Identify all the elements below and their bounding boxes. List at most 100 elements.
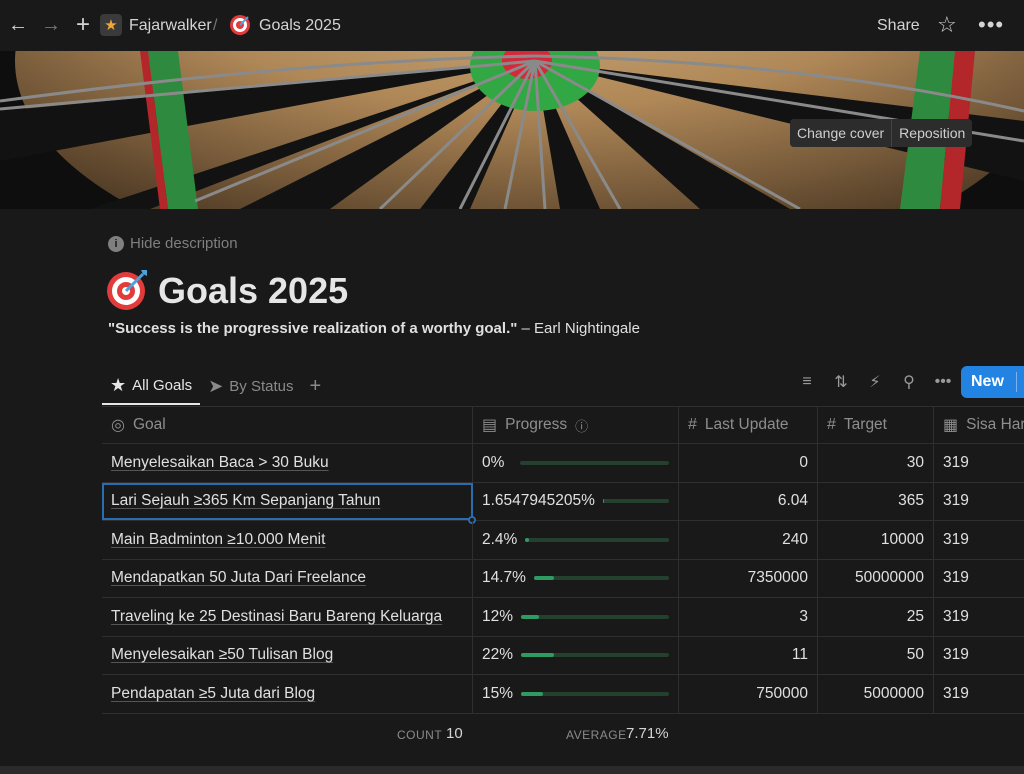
column-header-progress[interactable]: ▤ Progress ⓘ — [473, 407, 679, 443]
progress-text: 14.7% — [482, 569, 526, 587]
table-row[interactable]: Lari Sejauh ≥365 Km Sepanjang Tahun 1.654… — [102, 482, 1024, 524]
cell-progress[interactable]: 22% — [473, 636, 679, 674]
cell-progress[interactable]: 2.4% — [473, 521, 679, 559]
table-row[interactable]: Menyelesaikan ≥50 Tulisan Blog 22% 11 50 319 — [102, 636, 1024, 675]
page-description[interactable]: "Success is the progressive realization … — [108, 320, 640, 337]
add-view-plus-icon[interactable]: + — [301, 375, 329, 398]
reposition-button[interactable]: Reposition — [891, 119, 973, 147]
more-options-icon[interactable]: ••• — [978, 12, 1004, 38]
column-header-sisa-hari[interactable]: ▦ Sisa Har — [934, 407, 1024, 443]
cell-last-update[interactable]: 11 — [679, 636, 818, 674]
top-bar: ← → + ★ Fajarwalker / Goals 2025 Share ☆… — [0, 0, 1024, 51]
cell-target[interactable]: 50000000 — [818, 559, 934, 597]
cell-last-update[interactable]: 750000 — [679, 675, 818, 713]
more-options-icon[interactable]: ••• — [926, 370, 960, 394]
share-button[interactable]: Share — [877, 17, 920, 35]
cell-target[interactable]: 5000000 — [818, 675, 934, 713]
cell-sisa-hari[interactable]: 319 — [934, 521, 1024, 559]
new-page-plus-icon[interactable]: + — [71, 11, 95, 38]
cell-progress[interactable]: 15% — [473, 675, 679, 713]
automation-lightning-icon[interactable]: ⚡ — [858, 370, 892, 394]
progress-text: 15% — [482, 684, 514, 702]
goal-name[interactable]: Pendapatan ≥5 Juta dari Blog — [111, 685, 315, 703]
progress-bar-fill — [521, 691, 544, 696]
table-row[interactable]: Main Badminton ≥10.000 Menit 2.4% 240 10000… — [102, 521, 1024, 560]
column-header-last-update[interactable]: # Last Update — [679, 407, 818, 443]
cell-sisa-hari[interactable]: 319 — [934, 675, 1024, 713]
cell-target[interactable]: 25 — [818, 598, 934, 636]
cell-goal[interactable]: Lari Sejauh ≥365 Km Sepanjang Tahun — [102, 482, 473, 520]
progress-bar-fill — [521, 614, 539, 619]
progress-bar — [521, 691, 669, 696]
button-divider — [1016, 372, 1017, 392]
cell-progress[interactable]: 1.6547945205% — [473, 482, 679, 520]
cell-sisa-hari[interactable]: 319 — [934, 637, 1024, 675]
cell-goal[interactable]: Menyelesaikan ≥50 Tulisan Blog — [102, 636, 473, 674]
new-button[interactable]: New — [961, 366, 1024, 398]
scrollbar-track[interactable] — [0, 766, 1024, 774]
cell-goal[interactable]: Menyelesaikan Baca > 30 Buku — [102, 444, 473, 482]
favorite-star-icon[interactable]: ☆ — [937, 12, 957, 38]
tab-all-goals[interactable]: ★ All Goals — [102, 367, 201, 405]
goal-name[interactable]: Lari Sejauh ≥365 Km Sepanjang Tahun — [111, 492, 380, 510]
sisa-hari-value: 319 — [943, 530, 969, 548]
breadcrumb-workspace[interactable]: Fajarwalker — [129, 17, 212, 35]
table-row[interactable]: Menyelesaikan Baca > 30 Buku 0% 0 30 319 — [102, 444, 1024, 483]
cell-progress[interactable]: 0% — [473, 444, 679, 482]
cell-sisa-hari[interactable]: 319 — [934, 483, 1024, 521]
quote-text: "Success is the progressive realization … — [108, 320, 518, 337]
cell-sisa-hari[interactable]: 319 — [934, 560, 1024, 598]
cell-sisa-hari[interactable]: 319 — [934, 598, 1024, 636]
quote-author: – Earl Nightingale — [517, 320, 640, 337]
count-value[interactable]: 10 — [446, 725, 463, 742]
arrow-circle-icon: ➤ — [208, 375, 224, 396]
table-row[interactable]: Traveling ke 25 Destinasi Baru Bareng Ke… — [102, 598, 1024, 637]
sisa-hari-value: 319 — [943, 492, 969, 510]
search-icon[interactable]: ⚲ — [892, 370, 926, 394]
page-title[interactable]: Goals 2025 — [158, 270, 348, 312]
cell-sisa-hari[interactable]: 319 — [934, 444, 1024, 482]
cell-goal[interactable]: Main Badminton ≥10.000 Menit — [102, 521, 473, 559]
cell-goal[interactable]: Traveling ke 25 Destinasi Baru Bareng Ke… — [102, 598, 473, 636]
cell-last-update[interactable]: 0 — [679, 444, 818, 482]
cell-target[interactable]: 10000 — [818, 521, 934, 559]
cell-progress[interactable]: 14.7% — [473, 559, 679, 597]
cell-goal[interactable]: Mendapatkan 50 Juta Dari Freelance — [102, 559, 473, 597]
cell-last-update[interactable]: 240 — [679, 521, 818, 559]
cell-last-update[interactable]: 6.04 — [679, 482, 818, 520]
target-value: 50000000 — [855, 569, 924, 587]
goal-name[interactable]: Menyelesaikan ≥50 Tulisan Blog — [111, 646, 333, 664]
sisa-hari-value: 319 — [943, 569, 969, 587]
column-header-target[interactable]: # Target — [818, 407, 934, 443]
cell-target[interactable]: 50 — [818, 636, 934, 674]
average-value[interactable]: 7.71% — [626, 725, 669, 742]
hide-description-toggle[interactable]: i Hide description — [108, 235, 238, 252]
info-icon: i — [108, 235, 124, 252]
cell-last-update[interactable]: 3 — [679, 598, 818, 636]
goal-name[interactable]: Main Badminton ≥10.000 Menit — [111, 531, 325, 549]
table-row[interactable]: Mendapatkan 50 Juta Dari Freelance 14.7% 7… — [102, 559, 1024, 598]
change-cover-button[interactable]: Change cover — [790, 119, 892, 147]
back-arrow-icon[interactable]: ← — [6, 13, 30, 37]
goal-name[interactable]: Traveling ke 25 Destinasi Baru Bareng Ke… — [111, 608, 442, 626]
filter-icon[interactable]: ≡ — [790, 370, 824, 394]
column-header-goal[interactable]: ◎ Goal — [102, 407, 473, 443]
cell-last-update[interactable]: 7350000 — [679, 559, 818, 597]
sort-icon[interactable]: ⇅ — [824, 370, 858, 394]
progress-bar — [525, 537, 669, 542]
breadcrumb-separator: / — [213, 17, 218, 34]
table-header: ◎ Goal ▤ Progress ⓘ # Last Update # Targ… — [102, 406, 1024, 444]
forward-arrow-icon[interactable]: → — [39, 13, 63, 37]
info-icon[interactable]: ⓘ — [575, 416, 588, 435]
table-row[interactable]: Pendapatan ≥5 Juta dari Blog 15% 750000 500… — [102, 675, 1024, 714]
breadcrumb-page[interactable]: Goals 2025 — [259, 17, 341, 35]
goal-name[interactable]: Mendapatkan 50 Juta Dari Freelance — [111, 569, 366, 587]
tab-by-status[interactable]: ➤ By Status — [200, 367, 301, 405]
target-value: 30 — [906, 453, 924, 471]
tab-label: By Status — [229, 377, 294, 395]
cell-target[interactable]: 365 — [818, 482, 934, 520]
goal-name[interactable]: Menyelesaikan Baca > 30 Buku — [111, 454, 329, 472]
cell-goal[interactable]: Pendapatan ≥5 Juta dari Blog — [102, 675, 473, 713]
cell-target[interactable]: 30 — [818, 444, 934, 482]
cell-progress[interactable]: 12% — [473, 598, 679, 636]
